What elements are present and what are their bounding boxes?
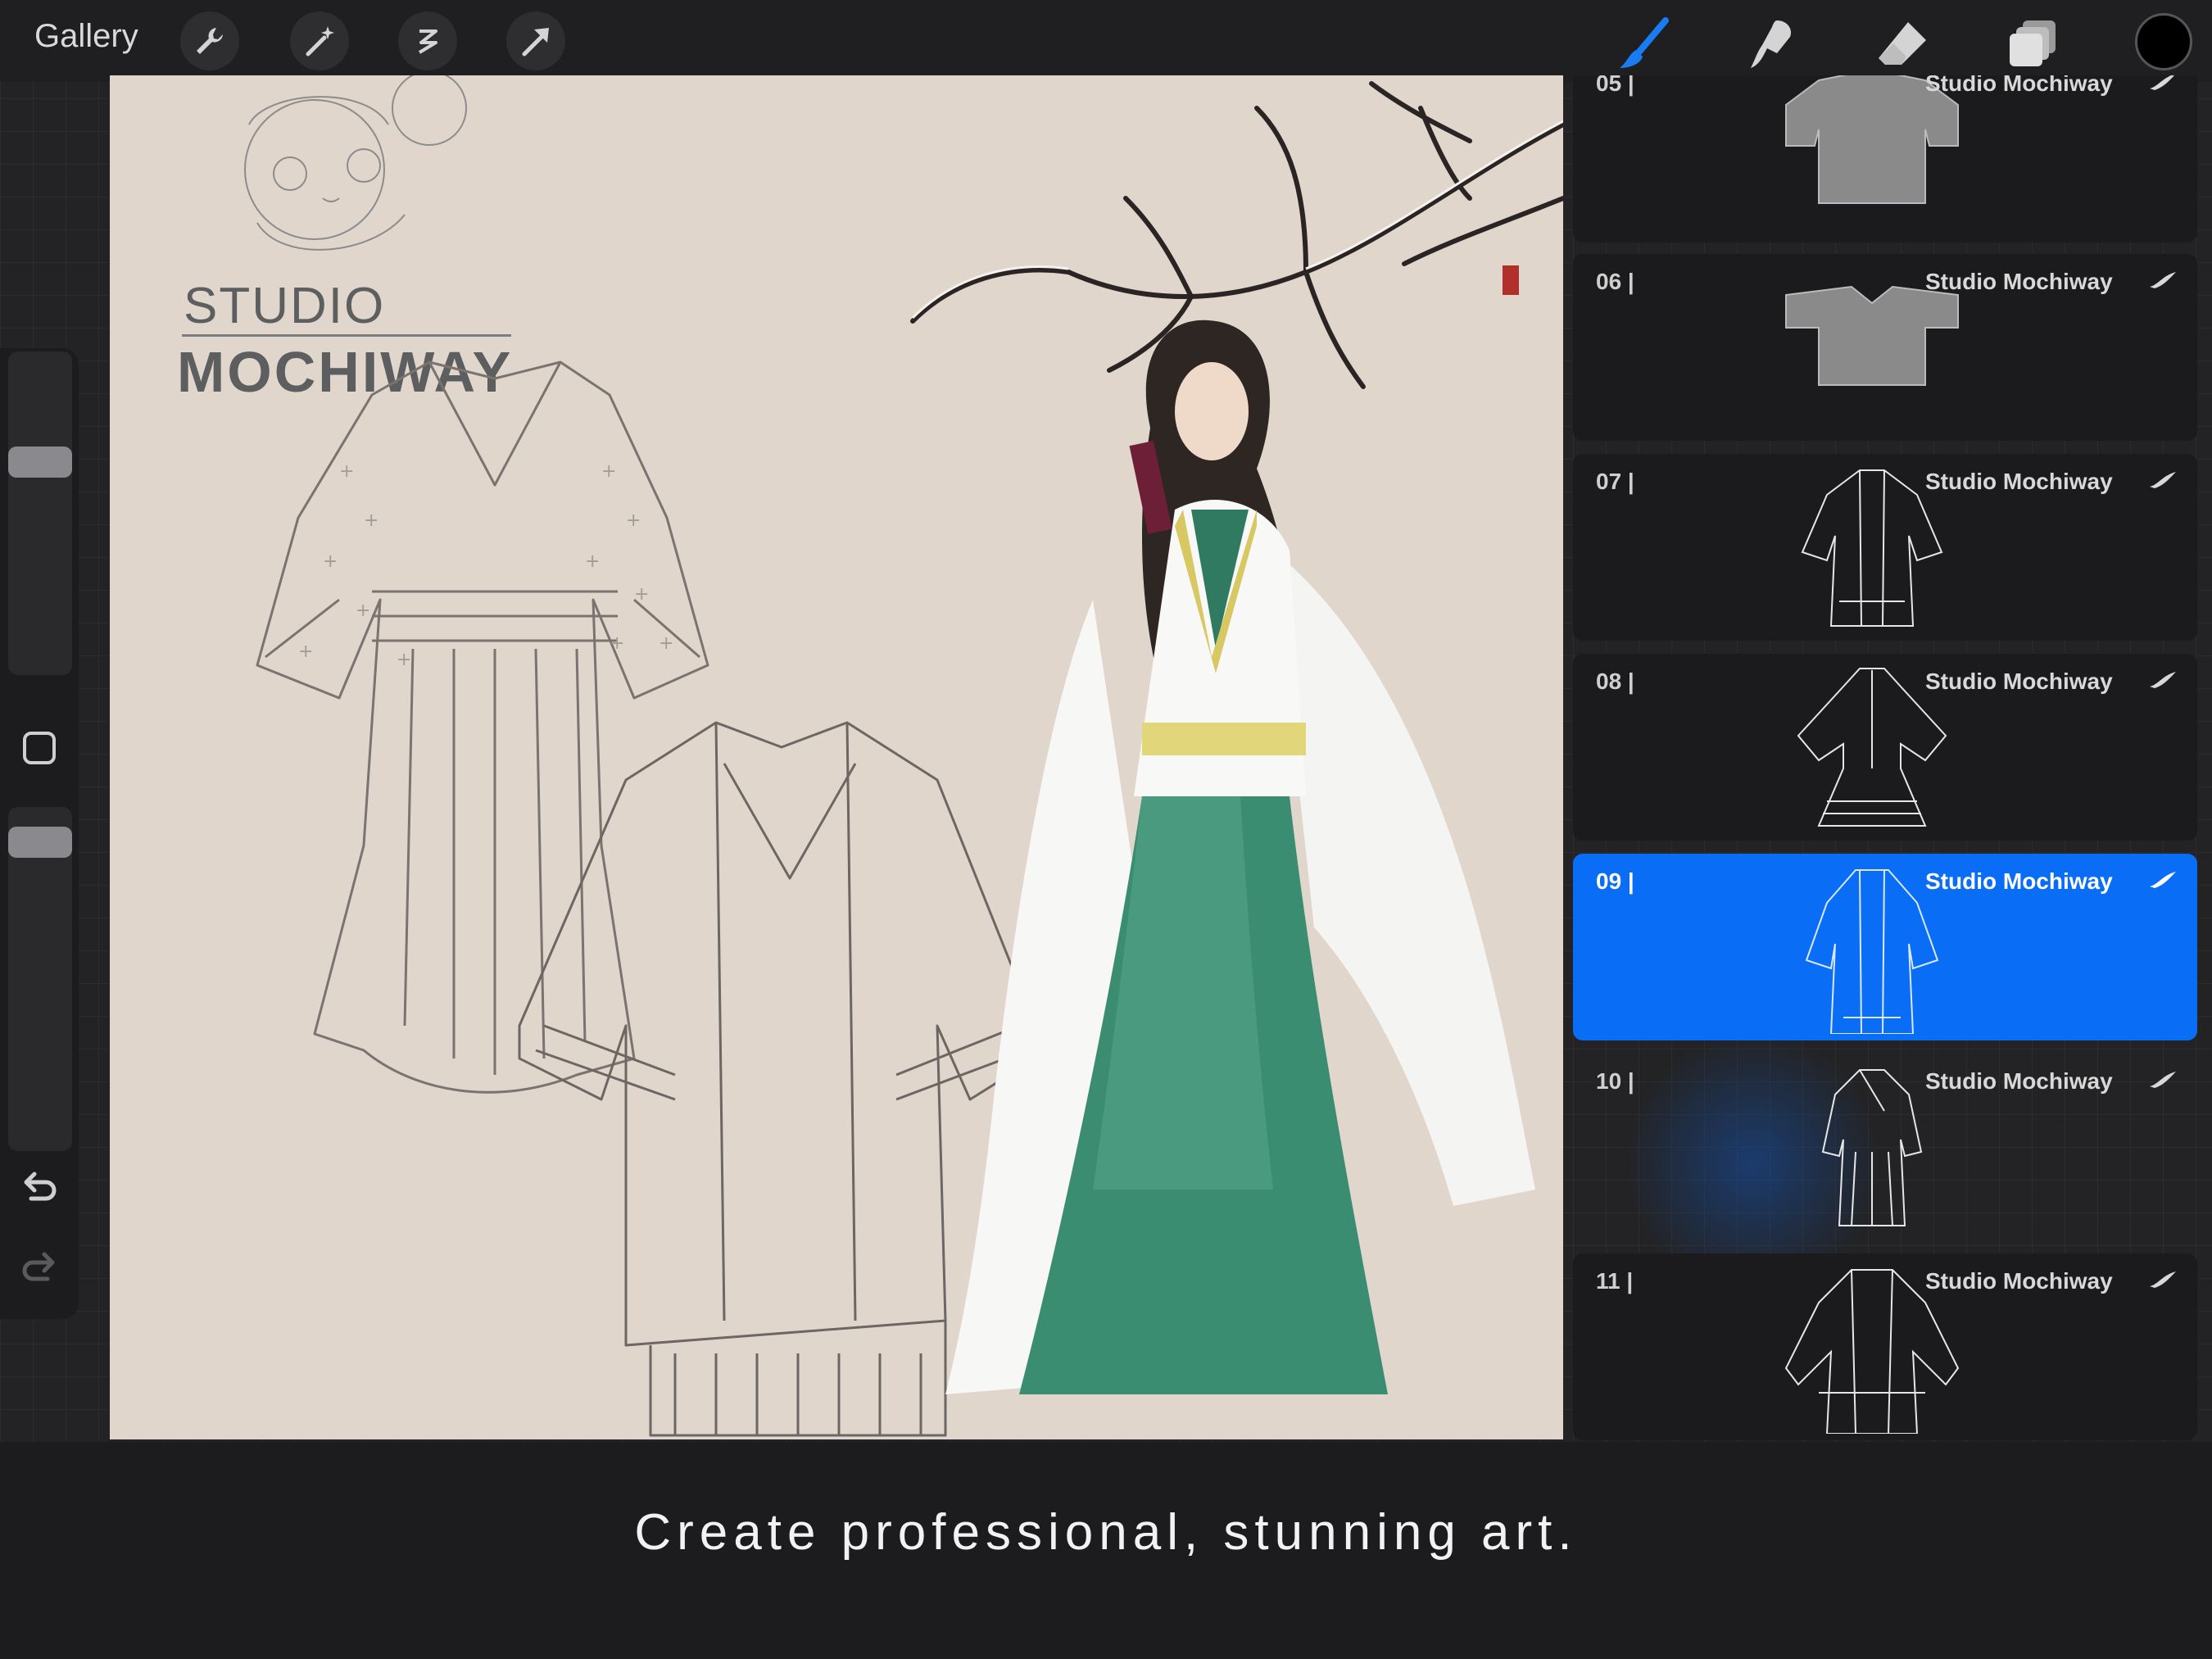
character-illustration [945, 320, 1535, 1394]
selection-icon[interactable] [398, 11, 457, 70]
layer-row-11[interactable]: 11 | Studio Mochiway [1573, 1253, 2197, 1440]
opacity-slider[interactable] [8, 807, 72, 1151]
undo-icon[interactable] [18, 1167, 61, 1210]
layer-name: Studio Mochiway [1925, 1068, 2113, 1094]
svg-text:+: + [659, 633, 673, 654]
brush-size-slider[interactable] [8, 351, 72, 675]
layer-thumbnail [1785, 75, 1959, 204]
brush-icon[interactable] [1611, 11, 1676, 77]
layers-icon[interactable] [2001, 11, 2066, 77]
layer-blend-icon[interactable] [2146, 467, 2179, 492]
color-picker-swatch[interactable] [2135, 13, 2192, 70]
smudge-icon[interactable] [1740, 11, 1806, 77]
svg-text:+: + [601, 461, 616, 482]
layer-name: Studio Mochiway [1925, 669, 2113, 694]
drawing-canvas[interactable]: STUDIO MOCHIWAY + + + + + + + + + + + + [110, 75, 1563, 1439]
opacity-thumb[interactable] [8, 827, 72, 858]
layer-number: 06 | [1596, 269, 1634, 294]
top-toolbar: Gallery [0, 0, 2212, 82]
layer-number: 05 | [1596, 75, 1634, 96]
wrench-icon[interactable] [180, 11, 239, 70]
mascot-sketch [244, 75, 467, 251]
layer-name: Studio Mochiway [1925, 269, 2113, 294]
layers-panel: 05 | Studio Mochiway 06 | Studio Mochiwa… [1573, 75, 2197, 1444]
svg-text:+: + [397, 650, 411, 670]
svg-text:+: + [634, 584, 649, 605]
transform-arrow-icon[interactable] [506, 11, 565, 70]
magic-wand-icon[interactable] [290, 11, 349, 70]
svg-text:+: + [323, 551, 338, 572]
layer-number: 09 | [1596, 868, 1634, 894]
layer-blend-icon[interactable] [2146, 867, 2179, 891]
layer-name: Studio Mochiway [1925, 868, 2113, 894]
layer-blend-icon[interactable] [2146, 667, 2179, 691]
layer-number: 10 | [1596, 1068, 1634, 1094]
logo-studio-text: STUDIO [184, 278, 386, 334]
svg-text:+: + [356, 601, 370, 621]
gallery-button[interactable]: Gallery [34, 18, 138, 55]
svg-text:+: + [298, 641, 313, 662]
layer-name: Studio Mochiway [1925, 469, 2113, 494]
left-sidebar [0, 348, 79, 1319]
layer-row-08[interactable]: 08 | Studio Mochiway [1573, 654, 2197, 841]
layer-row-10[interactable]: 10 | Studio Mochiway [1573, 1054, 2197, 1240]
layer-row-06[interactable]: 06 | Studio Mochiway [1573, 254, 2197, 441]
logo-divider [182, 334, 511, 337]
layer-number: 08 | [1596, 669, 1634, 694]
layer-blend-icon[interactable] [2146, 1267, 2179, 1291]
svg-text:+: + [626, 510, 641, 531]
brush-size-thumb[interactable] [8, 446, 72, 478]
layer-blend-icon[interactable] [2146, 75, 2179, 93]
layer-number: 11 | [1596, 1268, 1634, 1294]
layer-row-09[interactable]: 09 | Studio Mochiway [1573, 854, 2197, 1040]
modify-button[interactable] [23, 732, 56, 764]
layer-name: Studio Mochiway [1925, 75, 2113, 96]
layer-row-05[interactable]: 05 | Studio Mochiway [1573, 75, 2197, 243]
layer-row-07[interactable]: 07 | Studio Mochiway [1573, 454, 2197, 641]
svg-text:+: + [364, 510, 378, 531]
svg-text:+: + [585, 551, 600, 572]
layer-number: 07 | [1596, 469, 1634, 494]
layer-name: Studio Mochiway [1925, 1268, 2113, 1294]
layer-blend-icon[interactable] [2146, 267, 2179, 292]
eraser-icon[interactable] [1870, 11, 1935, 77]
marketing-caption: Create professional, stunning art. [634, 1504, 1578, 1561]
layer-blend-icon[interactable] [2146, 1067, 2179, 1091]
redo-icon[interactable] [18, 1248, 61, 1290]
svg-text:+: + [339, 461, 354, 482]
svg-text:+: + [610, 633, 624, 654]
